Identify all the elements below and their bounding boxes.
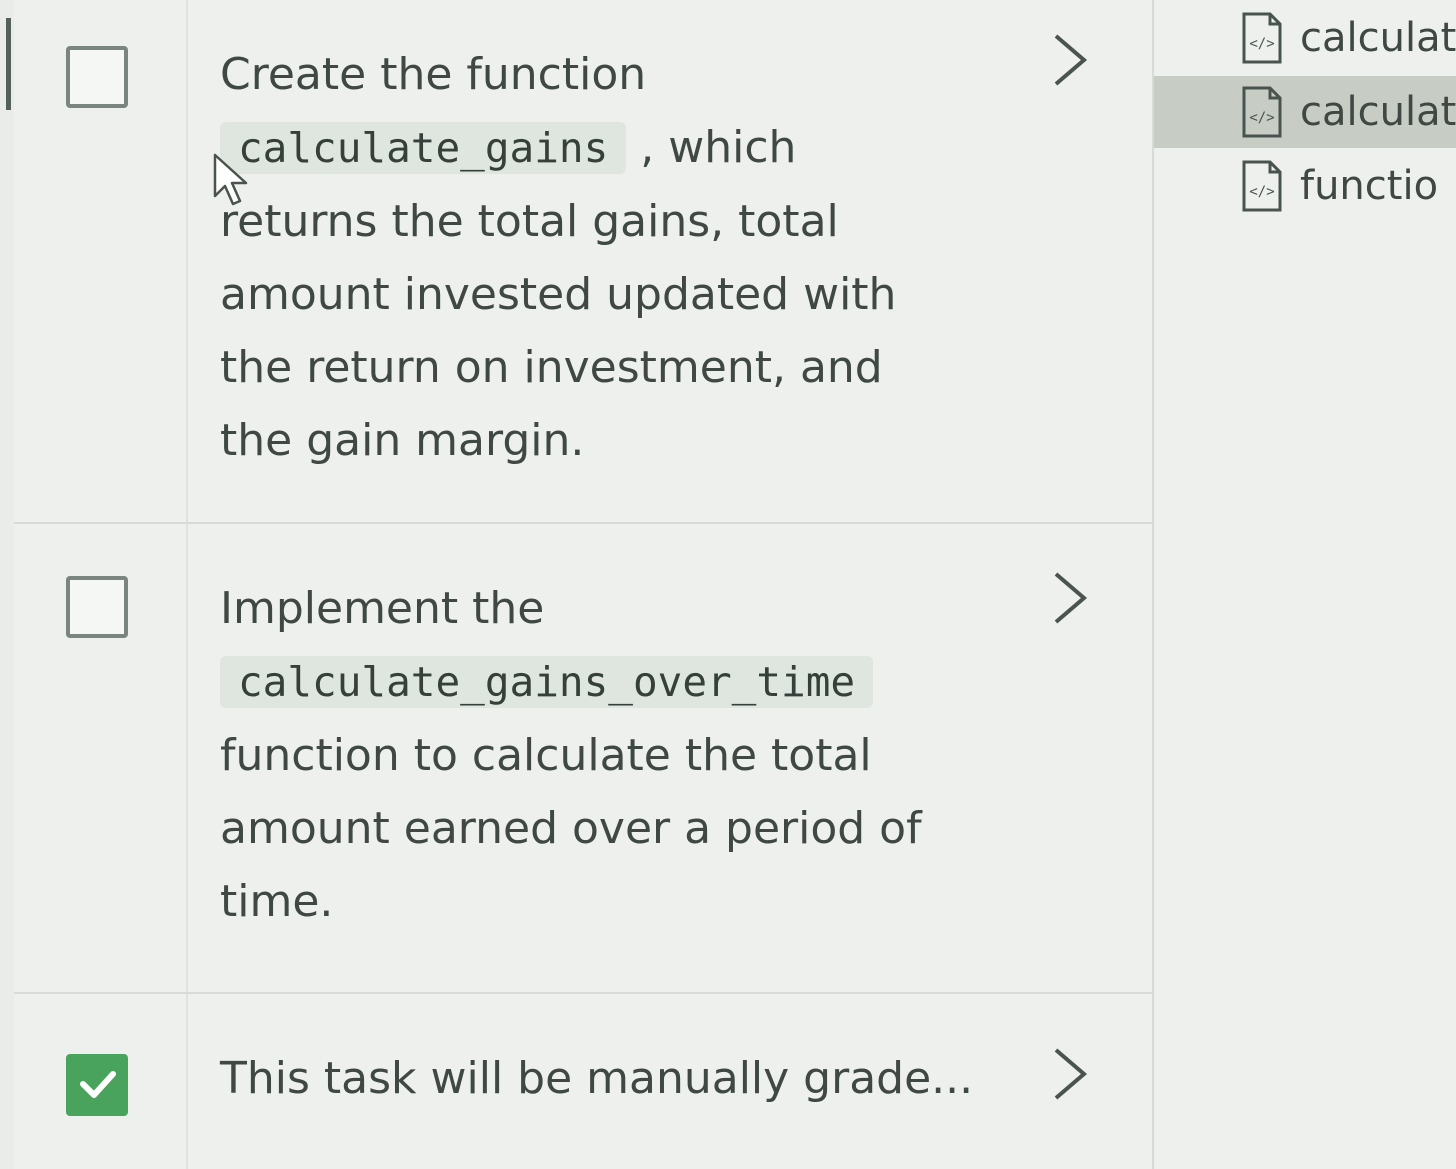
task-row[interactable]: Create the function calculate_gains , wh… [14, 0, 1164, 524]
chevron-right-icon[interactable] [1044, 1044, 1094, 1104]
file-name: functio [1300, 163, 1439, 209]
checkmark-icon [80, 1071, 116, 1098]
task-row[interactable]: This task will be manually grade... [14, 994, 1164, 1169]
task-checkbox-checked[interactable] [66, 1054, 128, 1116]
task-description: Implement the calculate_gains_over_time … [220, 572, 960, 938]
function-name-code: calculate_gains [220, 122, 627, 174]
task-row[interactable]: Implement the calculate_gains_over_time … [14, 524, 1164, 994]
file-item[interactable]: </> calculat [1154, 2, 1456, 74]
function-name-code: calculate_gains_over_time [220, 656, 874, 708]
code-file-icon: </> [1242, 86, 1282, 138]
code-file-icon: </> [1242, 160, 1282, 212]
code-file-icon: </> [1242, 12, 1282, 64]
task-description: Create the function calculate_gains , wh… [220, 38, 960, 477]
svg-text:</>: </> [1249, 110, 1274, 126]
chevron-right-icon[interactable] [1044, 30, 1094, 90]
file-name: calculat [1300, 15, 1456, 61]
column-divider [186, 524, 188, 992]
svg-text:</>: </> [1249, 36, 1274, 52]
file-list: </> calculat </> calculat </> functio [1152, 0, 1456, 1169]
file-item-active[interactable]: </> calculat [1154, 76, 1456, 148]
task-list: Create the function calculate_gains , wh… [14, 0, 1164, 1169]
file-item[interactable]: </> functio [1154, 150, 1456, 222]
task-text-part: function to calculate the total amount e… [220, 730, 922, 927]
active-row-indicator [6, 18, 11, 110]
task-checkbox[interactable] [66, 576, 128, 638]
task-description: This task will be manually grade... [220, 1053, 974, 1104]
file-name: calculat [1300, 89, 1456, 135]
chevron-right-icon[interactable] [1044, 568, 1094, 628]
task-checkbox[interactable] [66, 46, 128, 108]
column-divider [186, 0, 188, 522]
task-text-part: Implement the [220, 583, 545, 634]
svg-text:</>: </> [1249, 184, 1274, 200]
task-text-part: Create the function [220, 49, 647, 100]
column-divider [186, 994, 188, 1169]
mouse-pointer-icon [213, 153, 248, 206]
